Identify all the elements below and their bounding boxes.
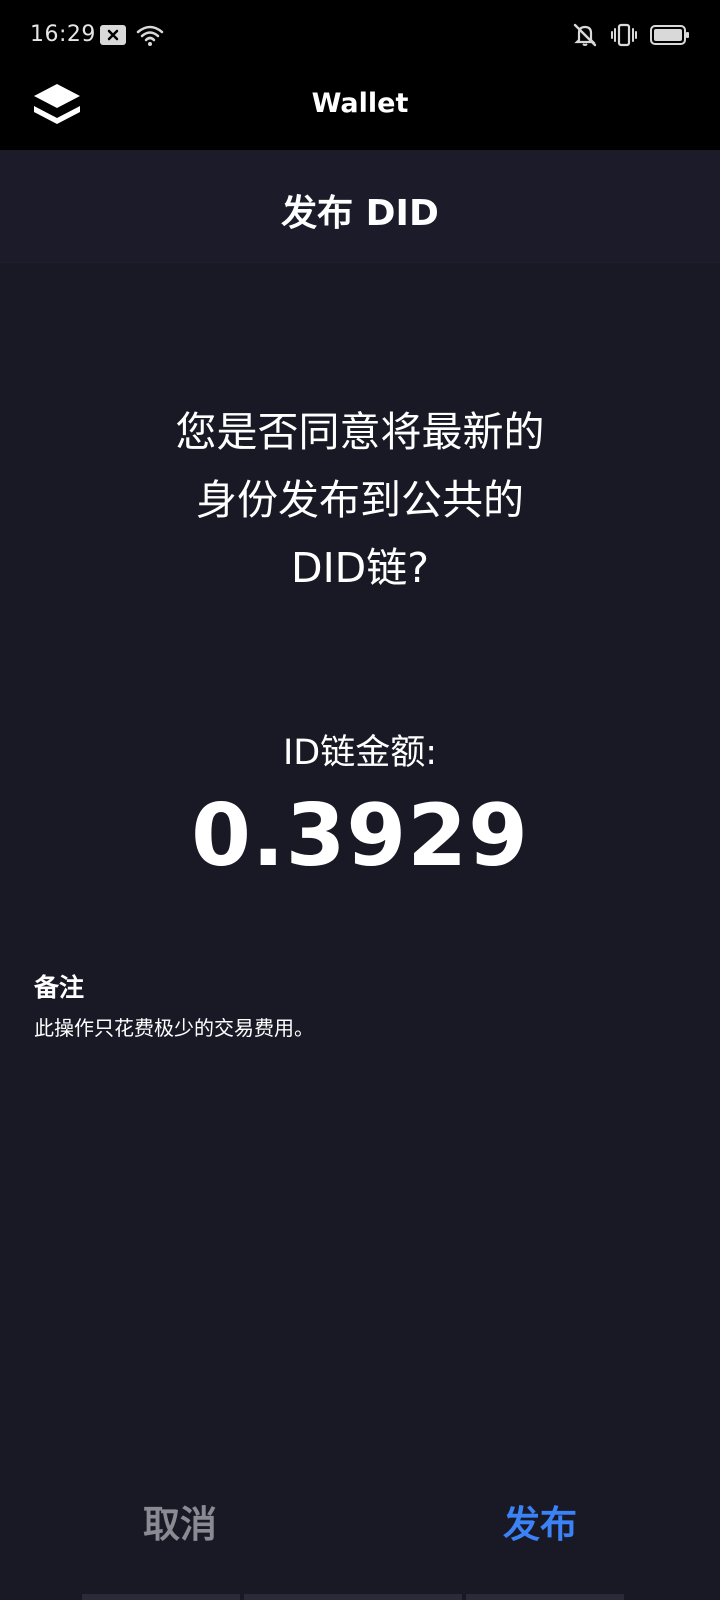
app-header: Wallet bbox=[0, 72, 720, 150]
nav-hint-left bbox=[82, 1594, 240, 1600]
battery-icon bbox=[650, 24, 690, 50]
status-left-icons bbox=[100, 24, 164, 50]
dialog-title: 发布 DID bbox=[281, 193, 439, 234]
amount-label: ID链金额: bbox=[282, 733, 438, 773]
question-line: DID链? bbox=[291, 544, 429, 592]
note-label: 备注 bbox=[34, 973, 85, 1002]
notification-close-icon bbox=[100, 25, 126, 49]
publish-question: 您是否同意将最新的 身份发布到公共的 DID链? bbox=[110, 398, 610, 602]
status-bar: 16:29 bbox=[0, 0, 720, 72]
dialog-header: 发布 DID bbox=[0, 150, 720, 263]
note-text: 此操作只花费极少的交易费用。 bbox=[34, 1016, 314, 1040]
nav-hint-right bbox=[466, 1594, 624, 1600]
publish-button[interactable]: 发布 bbox=[360, 1470, 720, 1580]
wifi-icon bbox=[136, 24, 164, 50]
question-line: 身份发布到公共的 bbox=[196, 476, 524, 524]
amount-value: 0.3929 bbox=[191, 786, 529, 886]
screen: 16:29 Wallet 发布 DID 您是否同意将最新的 身份发布到公共的 D… bbox=[0, 0, 720, 1600]
mute-bell-icon bbox=[572, 22, 598, 52]
status-right-icons bbox=[572, 22, 690, 52]
cancel-button[interactable]: 取消 bbox=[0, 1470, 360, 1580]
nav-hint-center bbox=[244, 1594, 462, 1600]
app-title: Wallet bbox=[311, 88, 409, 119]
action-bar: 取消 发布 bbox=[0, 1470, 720, 1580]
status-time: 16:29 bbox=[30, 22, 96, 47]
vibrate-icon bbox=[610, 22, 638, 52]
question-line: 您是否同意将最新的 bbox=[175, 408, 545, 456]
